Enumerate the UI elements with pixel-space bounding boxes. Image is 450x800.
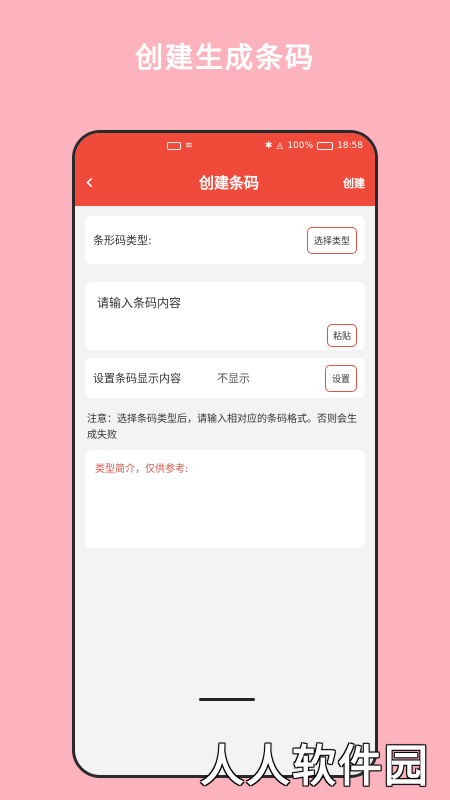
- paste-button[interactable]: 粘贴: [326, 324, 357, 347]
- signal-icon: [167, 142, 181, 150]
- type-intro-text: 类型简介，仅供参考:: [95, 464, 189, 475]
- display-content-card: 设置条码显示内容 不显示 设置: [85, 358, 365, 398]
- barcode-content-input[interactable]: 请输入条码内容: [97, 294, 353, 311]
- barcode-type-card: 条形码类型: 选择类型: [85, 216, 365, 264]
- notice-text: 注意：选择条码类型后，请输入相对应的条码格式。否则会生成失败: [87, 414, 357, 441]
- barcode-content-card[interactable]: 请输入条码内容 粘贴: [85, 282, 365, 350]
- set-display-button[interactable]: 设置: [324, 364, 357, 392]
- display-content-label: 设置条码显示内容: [93, 372, 181, 385]
- display-content-value: 不显示: [217, 372, 250, 385]
- promo-title: 创建生成条码: [134, 41, 315, 74]
- home-indicator[interactable]: [199, 698, 255, 701]
- barcode-type-label: 条形码类型:: [93, 234, 152, 247]
- app-screen: ≋ ✱ ◬ 100% 18:58 ‹ 创建条码 创建 条形码类型: 选择类型 请…: [75, 133, 375, 775]
- mute-icon: ◬: [276, 141, 284, 151]
- title-bar: ‹ 创建条码 创建: [75, 159, 375, 206]
- status-time: 18:58: [337, 141, 363, 151]
- chevron-left-icon[interactable]: ‹: [85, 170, 115, 195]
- status-right: ✱ ◬ 100% 18:58: [265, 141, 363, 151]
- status-bar: ≋ ✱ ◬ 100% 18:58: [75, 133, 375, 159]
- type-intro-card: 类型简介，仅供参考:: [85, 450, 365, 548]
- wifi-icon: ≋: [185, 141, 193, 151]
- battery-icon: [317, 142, 334, 150]
- select-type-button[interactable]: 选择类型: [306, 226, 357, 254]
- battery-percent: 100%: [287, 141, 314, 151]
- bluetooth-icon: ✱: [264, 141, 273, 151]
- watermark: 人人软件园: [200, 741, 430, 792]
- app-bar: ≋ ✱ ◬ 100% 18:58 ‹ 创建条码 创建: [75, 133, 375, 206]
- page-title: 创建条码: [198, 174, 259, 192]
- phone-frame: ≋ ✱ ◬ 100% 18:58 ‹ 创建条码 创建 条形码类型: 选择类型 请…: [72, 130, 378, 778]
- status-left: ≋: [167, 141, 193, 151]
- create-button[interactable]: 创建: [343, 175, 365, 191]
